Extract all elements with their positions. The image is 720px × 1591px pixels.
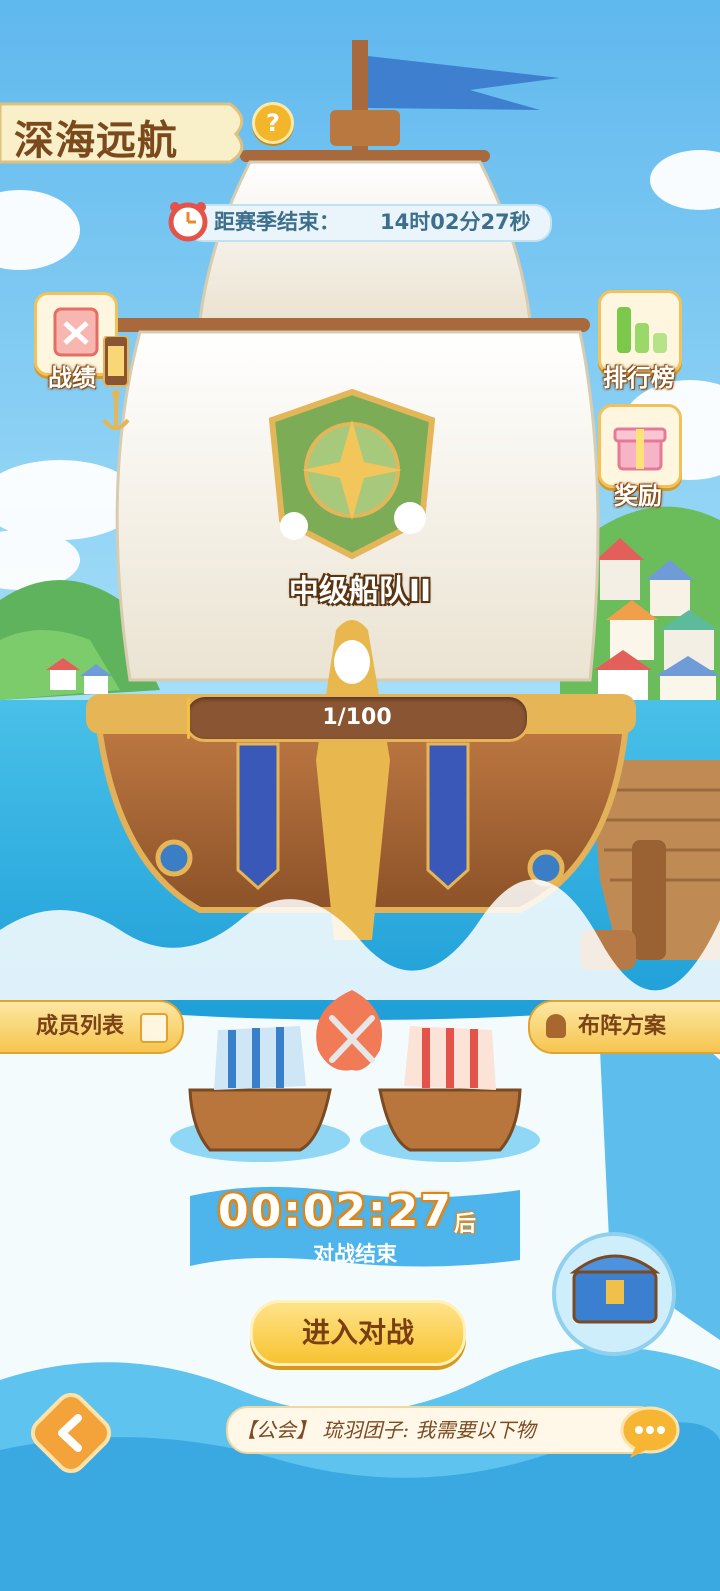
- help-label: ?: [266, 109, 280, 137]
- chat-bubble-button[interactable]: [620, 1406, 680, 1458]
- enter-battle-label: 进入对战: [301, 1316, 414, 1349]
- member-list-button[interactable]: 成员列表: [0, 1000, 184, 1054]
- formation-button[interactable]: 布阵方案: [528, 1000, 720, 1054]
- progress-text: 1/100: [322, 705, 392, 730]
- treasure-chest-button[interactable]: [554, 1234, 674, 1354]
- leaderboard-label: 排行榜: [603, 364, 675, 392]
- back-button[interactable]: [30, 1392, 112, 1474]
- game-scene: 深海远航 ? 距赛季结束： 14时02分27秒 战绩 排行榜 奖励 中级船队II…: [0, 0, 720, 1591]
- fleet-progress-bar: 1/100: [184, 694, 530, 742]
- chess-pawn-icon: [546, 1014, 566, 1038]
- record-label: 战绩: [48, 364, 96, 392]
- formation-label: 布阵方案: [578, 1014, 667, 1039]
- enter-battle-button[interactable]: 进入对战: [250, 1300, 466, 1366]
- season-timer-value: 14时02分27秒: [380, 210, 531, 234]
- lantern-anchor-decoration: [102, 336, 130, 430]
- fleet-rank-name: 中级船队II: [288, 574, 432, 609]
- chat-bubble-icon: [620, 1406, 680, 1458]
- guild-chat-message: 【公会】 琉羽团子: 我需要以下物: [236, 1418, 536, 1442]
- rewards-label: 奖励: [614, 482, 662, 510]
- alarm-clock-icon: [168, 202, 208, 242]
- member-card-icon: [140, 1013, 168, 1043]
- rank-emblem: [268, 388, 436, 560]
- title-banner: 深海远航: [0, 98, 250, 168]
- battle-countdown-suffix: 后: [454, 1212, 477, 1237]
- battle-countdown: 00:02:27: [218, 1186, 453, 1237]
- help-button[interactable]: ?: [252, 102, 294, 144]
- back-arrow-icon: [30, 1392, 112, 1474]
- season-timer-label: 距赛季结束：: [214, 210, 340, 234]
- member-list-label: 成员列表: [36, 1014, 125, 1039]
- gift-icon: [613, 427, 667, 471]
- page-title: 深海远航: [14, 118, 178, 164]
